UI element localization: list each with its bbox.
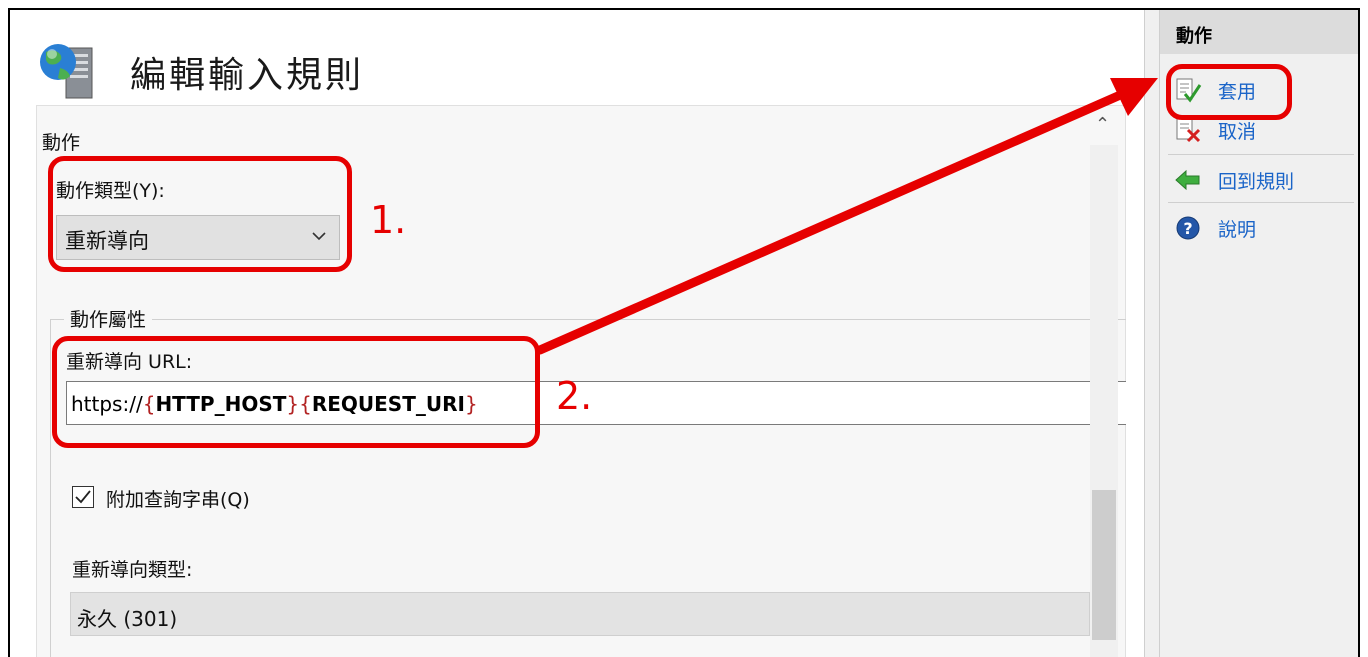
annotation-step1: 1.: [370, 198, 407, 242]
actions-pane: 動作 套用 取消 回到規則 ? 說明: [1160, 10, 1358, 657]
annotation-box-step1: [48, 156, 352, 272]
checkmark-icon: [75, 490, 91, 504]
svg-text:?: ?: [1183, 219, 1192, 238]
actions-separator: [1168, 202, 1354, 203]
group-border-top: [50, 319, 1126, 320]
cancel-label: 取消: [1218, 121, 1257, 143]
globe-server-icon: [40, 44, 93, 99]
annotation-box-step2: [52, 336, 540, 448]
annotation-step2: 2.: [556, 374, 593, 418]
actions-pane-header: 動作: [1160, 10, 1358, 54]
iis-manager-window: 編輯輸入規則 動作 ⌃ 動作類型(Y): 重新導向 動作屬性 重新導向 URL:…: [8, 8, 1360, 657]
annotation-box-apply: [1166, 64, 1292, 120]
pane-splitter[interactable]: [1144, 10, 1160, 657]
redirect-type-value: 永久 (301): [77, 607, 178, 631]
actions-separator: [1168, 154, 1354, 155]
redirect-type-select[interactable]: 永久 (301): [70, 592, 1090, 636]
redirect-type-label: 重新導向類型:: [72, 559, 193, 581]
properties-group-label: 動作屬性: [64, 305, 153, 332]
back-to-rules-label: 回到規則: [1218, 171, 1295, 193]
append-query-checkbox[interactable]: [72, 486, 94, 508]
help-label: 說明: [1218, 219, 1257, 241]
back-arrow-icon: [1175, 169, 1200, 191]
append-query-label[interactable]: 附加查詢字串(Q): [106, 485, 250, 512]
page-title: 編輯輸入規則: [130, 55, 365, 96]
main-panel: 編輯輸入規則 動作 ⌃ 動作類型(Y): 重新導向 動作屬性 重新導向 URL:…: [10, 10, 1146, 657]
scrollbar-thumb[interactable]: [1092, 490, 1116, 640]
section-title: 動作: [42, 132, 81, 154]
cancel-icon: [1176, 118, 1201, 143]
back-to-rules-action[interactable]: 回到規則: [1160, 160, 1358, 200]
group-border-left: [50, 319, 51, 657]
scroll-up-icon[interactable]: ⌃: [1095, 114, 1110, 135]
help-action[interactable]: ? 說明: [1160, 208, 1358, 248]
help-icon: ?: [1176, 216, 1200, 240]
